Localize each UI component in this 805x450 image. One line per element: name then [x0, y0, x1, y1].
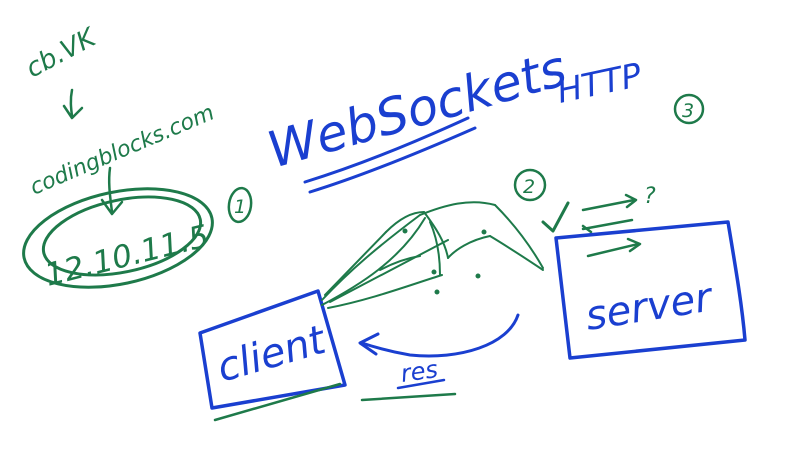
whiteboard-drawing: cb.VK codingblocks.com 12.10.11.5 1 WebS…: [21, 22, 747, 422]
title-http: HTTP: [554, 55, 645, 111]
server-box: server: [554, 220, 747, 360]
client-box: client: [198, 289, 347, 422]
connection-mesh: [321, 201, 544, 309]
title-websockets: WebSockets: [261, 39, 572, 179]
page-title: WebSockets: [261, 39, 573, 194]
step-2-badge: 2: [513, 168, 547, 202]
server-label: server: [582, 274, 717, 340]
whiteboard: cb.VK codingblocks.com 12.10.11.5 1 WebS…: [0, 0, 805, 450]
request-arrows: [581, 193, 642, 258]
checkmark-icon: [541, 201, 570, 233]
response-arrow: [358, 313, 520, 358]
client-label: client: [212, 317, 332, 392]
down-arrow-icon: [62, 88, 84, 120]
step-1-number: 1: [234, 196, 246, 218]
domain-input-text: cb.VK: [21, 22, 102, 84]
step-3-number: 3: [682, 100, 694, 122]
green-underline: [360, 392, 457, 402]
step-2-number: 2: [523, 176, 535, 198]
step-1-badge: 1: [227, 186, 253, 224]
step-3-badge: 3: [673, 93, 705, 125]
question-mark: ?: [644, 184, 656, 209]
domain-output-text: codingblocks.com: [27, 100, 218, 200]
